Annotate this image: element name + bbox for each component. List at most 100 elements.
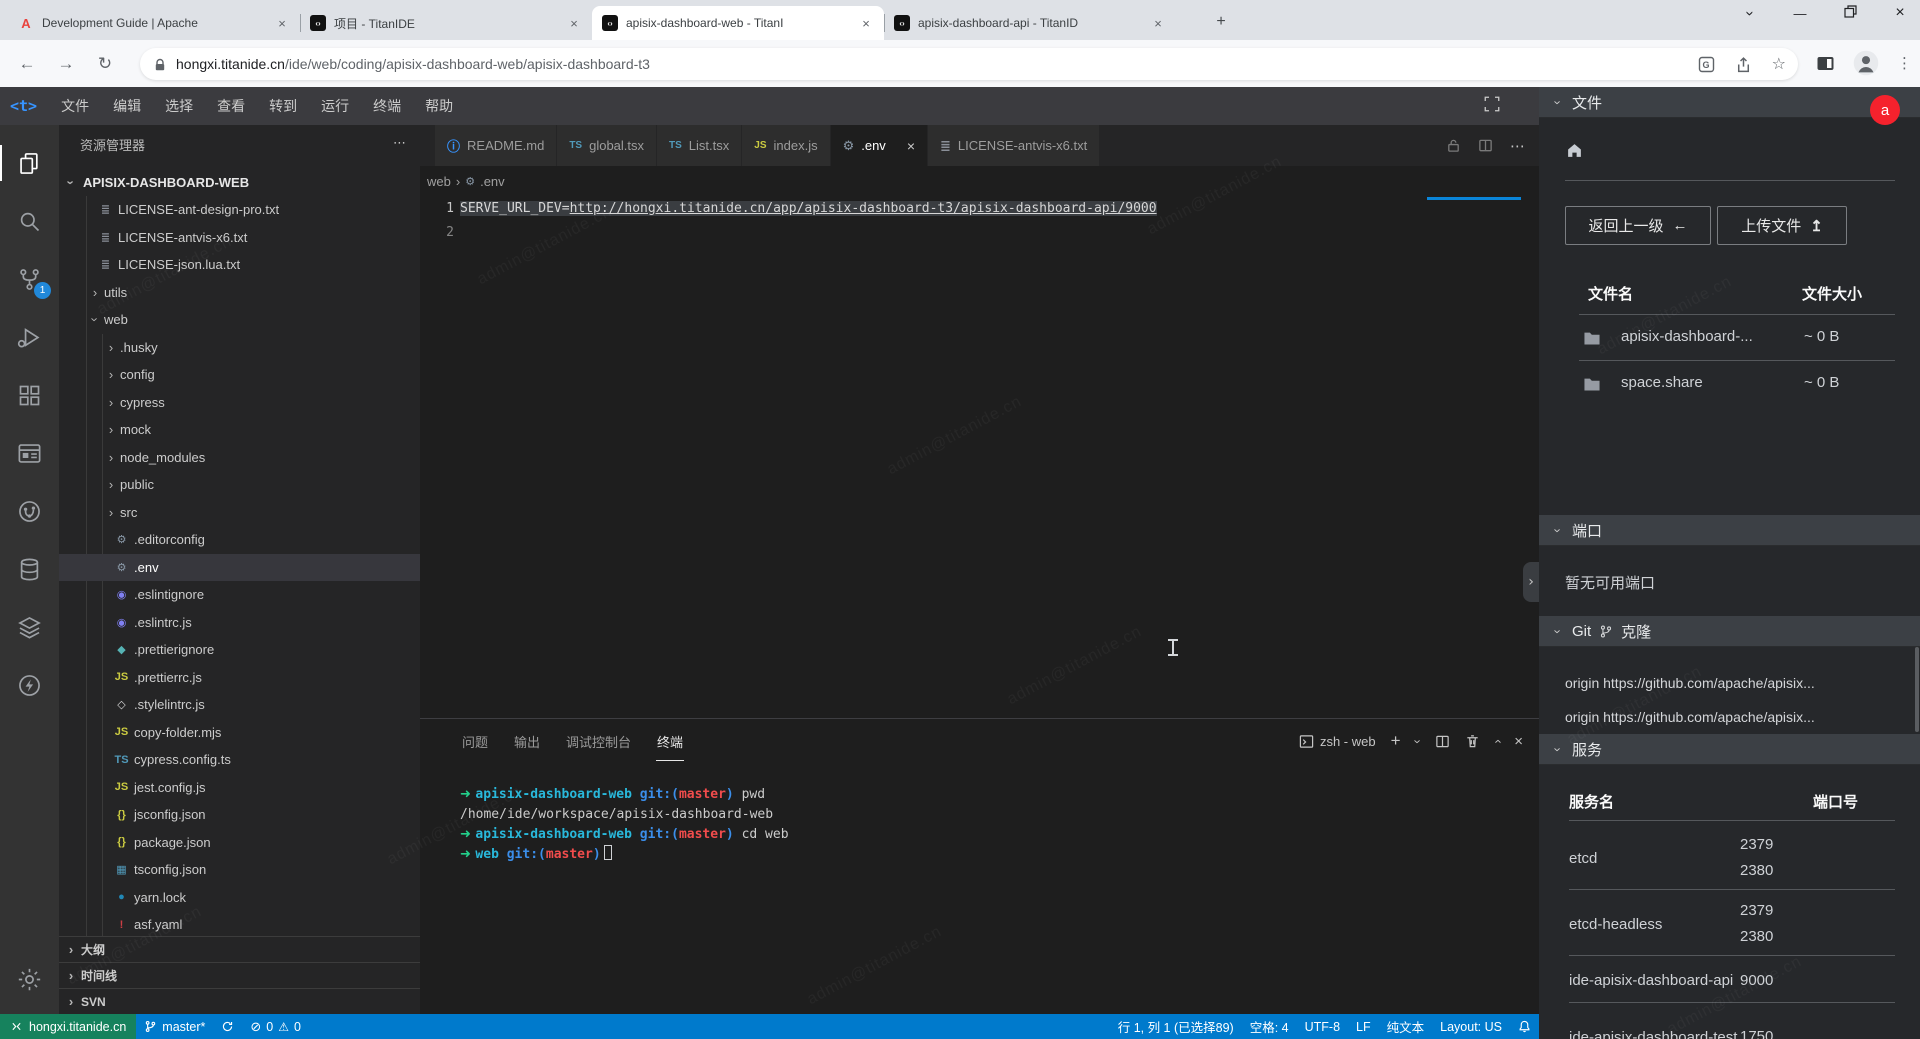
browser-tab[interactable]: ‹›apisix-dashboard-web - TitanI× [592,6,884,40]
status-item[interactable]: LF [1348,1014,1379,1039]
status-item[interactable]: 行 1, 列 1 (已选择89) [1110,1014,1242,1039]
browser-menu-icon[interactable]: ⋮ [1897,54,1912,72]
tree-item-copy-folder.mjs[interactable]: JScopy-folder.mjs [59,719,420,747]
explorer-more-icon[interactable]: ⋯ [393,135,406,154]
share-icon[interactable] [1735,56,1752,73]
browser-tab[interactable]: ADevelopment Guide | Apache× [8,6,300,40]
forward-icon[interactable]: → [53,51,79,77]
window-menu-icon[interactable]: › [1742,0,1759,27]
thunder-icon[interactable] [0,661,59,709]
tree-item-tsconfig.json[interactable]: ▦tsconfig.json [59,856,420,884]
editor-tab-List.tsx[interactable]: TSList.tsx [657,125,742,166]
settings-gear-icon[interactable] [0,955,59,1003]
explorer-icon[interactable] [0,139,59,187]
close-icon[interactable]: × [566,16,582,31]
tree-item-cypress.config.ts[interactable]: TScypress.config.ts [59,746,420,774]
tree-item-node_modules[interactable]: ›node_modules [59,444,420,472]
git-graph-icon[interactable] [0,487,59,535]
search-icon[interactable] [0,197,59,245]
sidebar-icon[interactable] [1816,55,1835,72]
notifications-bell-icon[interactable] [1510,1014,1539,1039]
tree-item-.prettierrc.js[interactable]: JS.prettierrc.js [59,664,420,692]
home-icon[interactable] [1565,142,1584,164]
git-section-header[interactable]: › Git 克隆 [1539,616,1920,647]
profile-avatar[interactable] [1853,50,1879,76]
tree-item-config[interactable]: ›config [59,361,420,389]
tree-item-yarn.lock[interactable]: ●yarn.lock [59,884,420,912]
status-item[interactable]: 空格: 4 [1242,1014,1297,1039]
service-row-etcd-headless[interactable]: etcd-headless23792380 [1539,893,1920,955]
close-panel-icon[interactable]: × [1514,733,1523,750]
close-icon[interactable]: × [1150,16,1166,31]
tree-item-mock[interactable]: ›mock [59,416,420,444]
split-terminal-icon[interactable] [1435,734,1450,749]
editor-tab-index.js[interactable]: JSindex.js [742,125,830,166]
problems-status[interactable]: ⊘ 0 ⚠ 0 [242,1014,309,1039]
menu-item-运行[interactable]: 运行 [309,96,361,116]
git-branch-status[interactable]: master* [136,1014,213,1039]
maximize-panel-icon[interactable]: › [1490,739,1505,743]
menu-item-转到[interactable]: 转到 [257,96,309,116]
menu-item-终端[interactable]: 终端 [361,96,413,116]
tree-item-package.json[interactable]: {}package.json [59,829,420,857]
panel-tab-输出[interactable]: 输出 [514,719,540,763]
sidebar-section-大纲[interactable]: ›大纲 [59,936,420,962]
address-bar[interactable]: hongxi.titanide.cn/ide/web/coding/apisix… [140,48,1798,80]
sidebar-section-SVN[interactable]: ›SVN [59,988,420,1014]
tree-item-.eslintrc.js[interactable]: ◉.eslintrc.js [59,609,420,637]
new-tab-button[interactable]: + [1210,12,1232,34]
extensions-icon[interactable] [0,371,59,419]
split-editor-icon[interactable] [1478,138,1493,153]
layers-icon[interactable] [0,603,59,651]
tree-item-.husky[interactable]: ›.husky [59,334,420,362]
breadcrumb[interactable]: web › ⚙ .env [420,166,1539,197]
preview-window-icon[interactable] [0,429,59,477]
menu-item-选择[interactable]: 选择 [153,96,205,116]
scrollbar-thumb[interactable] [1915,647,1919,732]
upload-file-button[interactable]: 上传文件↥ [1717,206,1847,245]
menu-item-查看[interactable]: 查看 [205,96,257,116]
unlock-icon[interactable] [1446,138,1461,153]
close-icon[interactable]: × [907,138,915,154]
window-minimize-icon[interactable]: — [1786,6,1814,21]
user-avatar[interactable]: a [1870,95,1900,125]
status-item[interactable]: UTF-8 [1297,1014,1348,1039]
back-icon[interactable]: ← [14,51,40,77]
go-up-button[interactable]: 返回上一级← [1565,206,1711,245]
tree-item-public[interactable]: ›public [59,471,420,499]
ports-section-header[interactable]: › 端口 [1539,515,1920,546]
service-row-ide-apisix-dashboard-api[interactable]: ide-apisix-dashboard-api9000 [1539,959,1920,1002]
file-row-apisix-dashboard-...[interactable]: apisix-dashboard-...~ 0 B [1539,325,1920,355]
reload-icon[interactable]: ↻ [92,51,118,77]
editor-more-icon[interactable]: ⋯ [1510,137,1525,155]
menu-item-编辑[interactable]: 编辑 [101,96,153,116]
database-icon[interactable] [0,545,59,593]
browser-tab[interactable]: ‹›apisix-dashboard-api - TitanID× [884,6,1176,40]
trash-icon[interactable] [1465,734,1480,749]
tree-item-src[interactable]: ›src [59,499,420,527]
panel-tab-终端[interactable]: 终端 [657,719,683,763]
tree-item-LICENSE-antvis-x6.txt[interactable]: ≣LICENSE-antvis-x6.txt [59,224,420,252]
source-control-icon[interactable]: 1 [0,255,59,303]
bookmark-star-icon[interactable]: ☆ [1772,54,1786,74]
file-row-space.share[interactable]: space.share~ 0 B [1539,371,1920,401]
browser-tab[interactable]: ‹›项目 - TitanIDE× [300,6,592,40]
tree-item-cypress[interactable]: ›cypress [59,389,420,417]
tree-item-jest.config.js[interactable]: JSjest.config.js [59,774,420,802]
menu-item-帮助[interactable]: 帮助 [413,96,465,116]
new-terminal-icon[interactable]: + [1391,731,1401,751]
tree-item-.stylelintrc.js[interactable]: ◇.stylelintrc.js [59,691,420,719]
terminal-dropdown-icon[interactable]: › [1410,739,1425,743]
menu-item-文件[interactable]: 文件 [49,96,101,116]
tree-item-asf.yaml[interactable]: !asf.yaml [59,911,420,936]
terminal-output[interactable]: ➜ apisix-dashboard-web git:(master) pwd/… [460,785,1519,1014]
fullscreen-icon[interactable] [1483,95,1501,116]
editor-tab-README.md[interactable]: ⓘREADME.md [435,125,557,166]
files-section-header[interactable]: › 文件 [1539,87,1920,118]
status-item[interactable]: 纯文本 [1379,1014,1433,1039]
translate-icon[interactable]: G [1698,56,1715,73]
window-restore-icon[interactable] [1836,5,1864,21]
tree-item-.editorconfig[interactable]: ⚙.editorconfig [59,526,420,554]
sync-button[interactable] [213,1014,242,1039]
window-close-icon[interactable]: × [1886,4,1914,22]
